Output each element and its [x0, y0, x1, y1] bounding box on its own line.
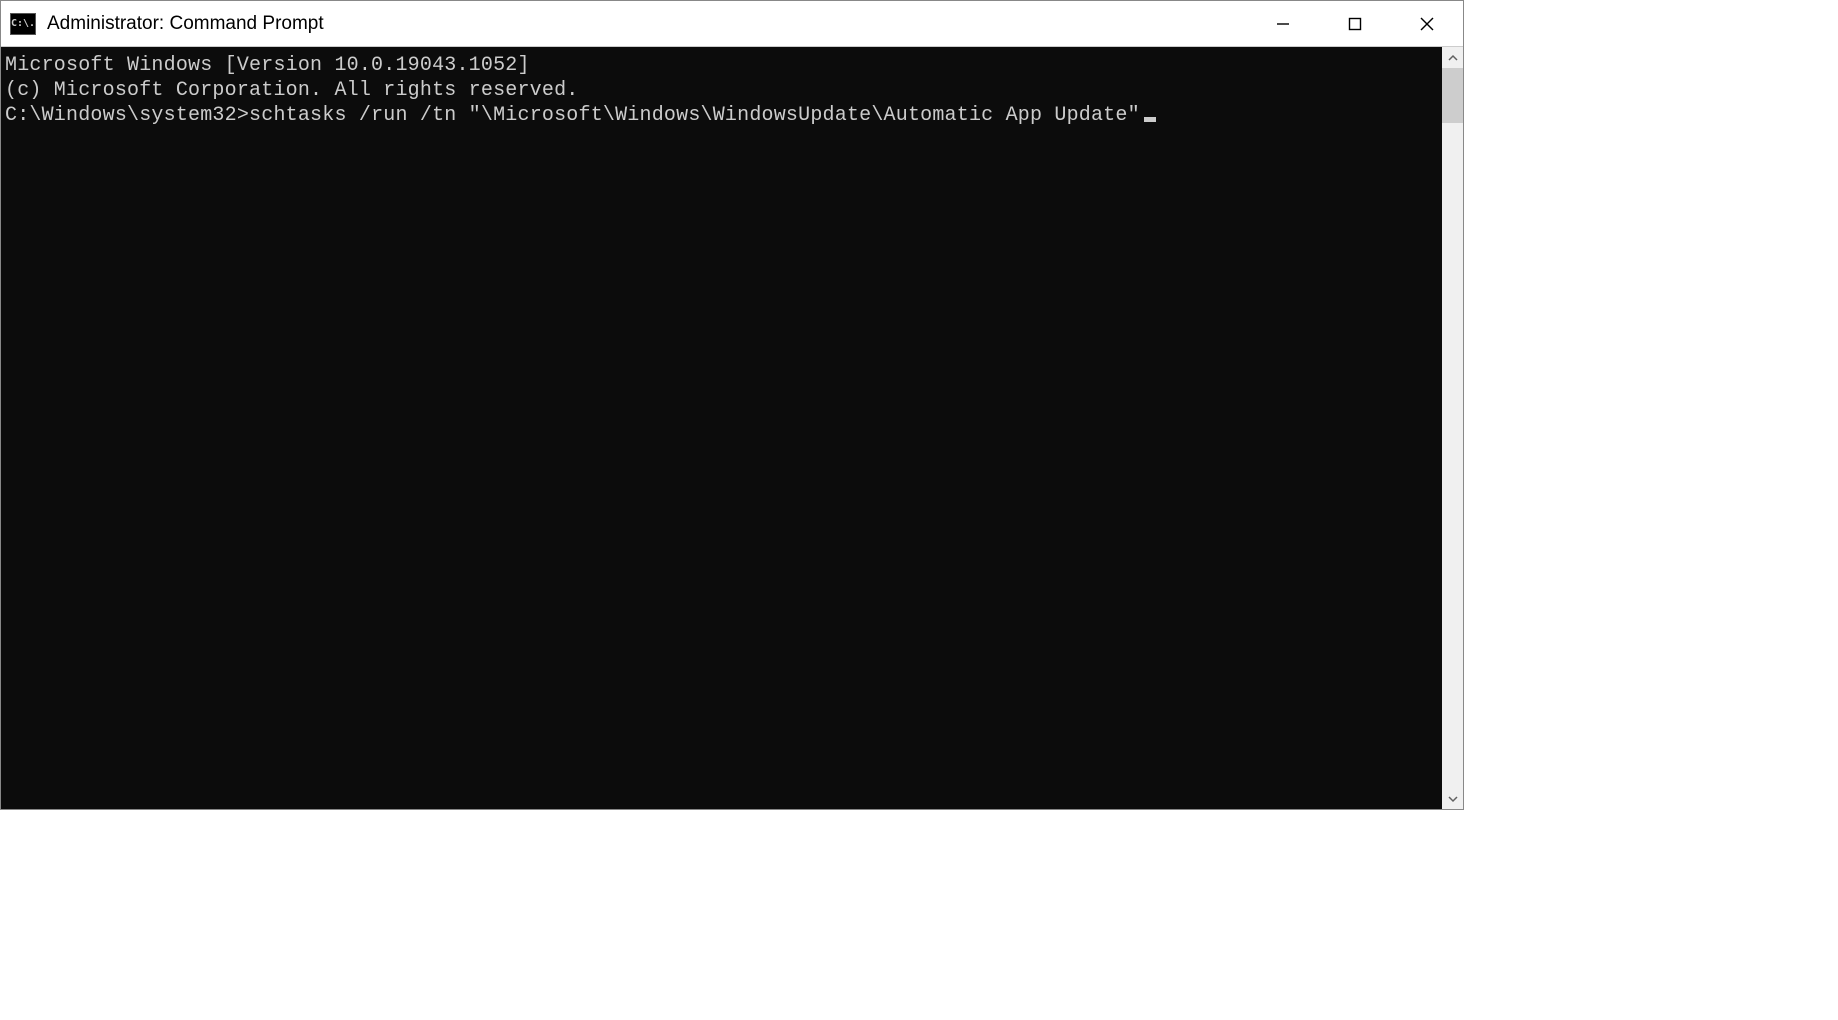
vertical-scrollbar[interactable] [1442, 47, 1463, 809]
terminal-line: (c) Microsoft Corporation. All rights re… [5, 78, 1438, 103]
window-title: Administrator: Command Prompt [45, 13, 1247, 35]
app-icon: C:\. [9, 12, 37, 36]
window-controls [1247, 1, 1463, 46]
chevron-up-icon [1448, 53, 1458, 63]
content-area: Microsoft Windows [Version 10.0.19043.10… [1, 47, 1463, 809]
terminal-line: Microsoft Windows [Version 10.0.19043.10… [5, 53, 1438, 78]
titlebar[interactable]: C:\. Administrator: Command Prompt [1, 1, 1463, 47]
cmd-prompt-icon: C:\. [10, 13, 36, 35]
maximize-button[interactable] [1319, 1, 1391, 46]
terminal-prompt-line: C:\Windows\system32>schtasks /run /tn "\… [5, 103, 1438, 128]
scroll-up-button[interactable] [1442, 47, 1463, 68]
minimize-icon [1275, 16, 1291, 32]
scroll-down-button[interactable] [1442, 788, 1463, 809]
close-icon [1419, 16, 1435, 32]
chevron-down-icon [1448, 794, 1458, 804]
terminal-command: schtasks /run /tn "\Microsoft\Windows\Wi… [249, 104, 1140, 127]
cursor-icon [1144, 117, 1156, 122]
maximize-icon [1347, 16, 1363, 32]
minimize-button[interactable] [1247, 1, 1319, 46]
cmd-window: C:\. Administrator: Command Prompt [0, 0, 1464, 810]
terminal-output[interactable]: Microsoft Windows [Version 10.0.19043.10… [1, 47, 1442, 809]
close-button[interactable] [1391, 1, 1463, 46]
scrollbar-thumb[interactable] [1442, 68, 1463, 123]
terminal-prompt: C:\Windows\system32> [5, 104, 249, 127]
scrollbar-track[interactable] [1442, 68, 1463, 788]
